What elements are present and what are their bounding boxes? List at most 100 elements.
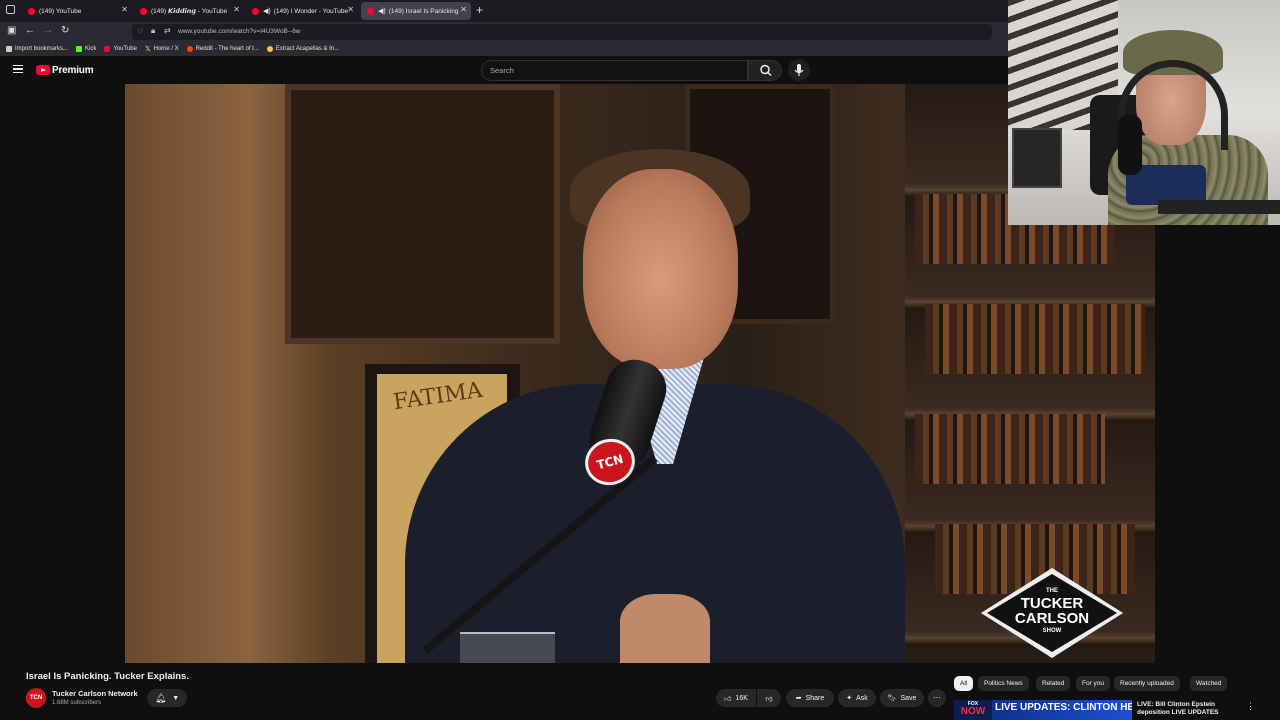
youtube-logo-icon[interactable] <box>36 65 50 75</box>
thumbs-down-icon: 👎︎ <box>765 695 773 703</box>
save-button[interactable]: 🔖︎ Save <box>880 689 924 707</box>
voice-search-button[interactable] <box>788 59 810 81</box>
close-tab-icon[interactable]: ✕ <box>121 5 128 14</box>
new-tab-icon[interactable]: + <box>476 3 483 17</box>
water-glass <box>460 632 555 663</box>
recommendation-title[interactable]: LIVE: Bill Clinton Epstein deposition LI… <box>1137 701 1242 718</box>
tab-youtube-home[interactable]: (149) YouTube ✕ <box>22 2 132 20</box>
subscriber-count: 1.68M subscribers <box>52 700 102 706</box>
reddit-icon <box>186 46 193 52</box>
youtube-favicon-icon <box>28 7 35 15</box>
tab-label: (149) Israel Is Panicking. Tu <box>388 7 459 15</box>
tab-list-icon[interactable] <box>6 5 15 14</box>
bookmark-reddit[interactable]: Reddit - The heart of t... <box>186 46 259 52</box>
close-tab-icon[interactable]: ✕ <box>347 5 354 14</box>
youtube-favicon-icon <box>252 7 259 15</box>
forward-icon[interactable]: → <box>43 25 53 36</box>
speaker-icon[interactable]: ◀) <box>378 7 386 15</box>
share-icon: ➦ <box>795 695 802 702</box>
bookmark-extract-acapellas[interactable]: Extract Acapellas & In... <box>266 46 340 52</box>
channel-avatar[interactable]: TCN <box>26 688 46 708</box>
kick-icon <box>76 46 83 52</box>
hamburger-menu-icon[interactable] <box>13 65 23 73</box>
books <box>925 304 1145 374</box>
bookmark-label: Extract Acapellas & In... <box>275 46 340 52</box>
dislike-button[interactable]: 👎︎ <box>757 689 781 707</box>
lalal-icon <box>266 46 273 52</box>
bell-icon: 🔔︎ <box>154 692 167 703</box>
chip-politics-news[interactable]: Politics News <box>978 676 1029 691</box>
url-bar[interactable]: ◌ 🔒︎ ⇄ www.youtube.com/watch?v=I4U3WoB--… <box>132 24 992 40</box>
chevron-down-icon: ▼ <box>172 694 180 702</box>
close-tab-icon[interactable]: ✕ <box>233 5 240 14</box>
tab-israel-is-panicking[interactable]: ◀) (149) Israel Is Panicking. Tu ✕ <box>361 2 471 20</box>
bookmark-youtube[interactable]: YouTube <box>104 46 137 52</box>
chip-recently-uploaded[interactable]: Recently uploaded <box>1114 676 1180 691</box>
search-box[interactable]: Search <box>481 60 748 81</box>
tab-i-wonder[interactable]: ◀) (149) I Wonder - YouTube ✕ <box>246 2 358 20</box>
sidebar-toggle-icon[interactable]: ▣ <box>7 25 16 36</box>
chip-watched[interactable]: Watched <box>1190 676 1228 691</box>
import-icon <box>6 46 12 52</box>
notifications-button[interactable]: 🔔︎ ▼ <box>147 689 187 707</box>
video-title: Israel Is Panicking. Tucker Explains. <box>26 671 189 682</box>
search-button[interactable] <box>748 60 782 81</box>
youtube-icon <box>104 46 111 52</box>
tab-kidding[interactable]: (149) 𝙆𝙞𝙙𝙙𝙞𝙣𝙜 - YouTube ✕ <box>134 2 244 20</box>
lock-icon[interactable]: 🔒︎ <box>151 26 155 36</box>
chip-related[interactable]: Related <box>1036 676 1071 691</box>
streamer-mic-arm <box>1158 200 1280 214</box>
share-button[interactable]: ➦ Share <box>786 689 834 707</box>
youtube-favicon-icon <box>140 7 147 15</box>
channel-name[interactable]: Tucker Carlson Network <box>52 689 138 698</box>
back-icon[interactable]: ← <box>25 25 35 36</box>
logo-line-2: CARLSON <box>1014 610 1090 627</box>
fox-now-badge: FOX NOW <box>954 700 992 720</box>
shield-icon[interactable]: ◌ <box>138 26 143 35</box>
like-button[interactable]: 👍︎ 16K <box>716 689 756 707</box>
like-count: 16K <box>735 694 748 702</box>
tab-label: (149) I Wonder - YouTube <box>273 7 349 15</box>
chip-for-you[interactable]: For you <box>1076 676 1111 691</box>
books <box>915 414 1105 484</box>
tab-label: (149) YouTube <box>39 7 82 15</box>
save-label: Save <box>900 694 917 702</box>
speaker-icon[interactable]: ◀) <box>263 7 271 15</box>
bookmark-label: Home / X <box>153 46 179 52</box>
host-hands <box>620 594 710 663</box>
url-text[interactable]: www.youtube.com/watch?v=I4U3WoB--6w <box>178 28 301 35</box>
webcam-overlay <box>1008 0 1280 225</box>
background-monitor <box>1012 128 1062 188</box>
browser-tab-bar: (149) YouTube ✕ (149) 𝙆𝙞𝙙𝙙𝙞𝙣𝙜 - YouTube … <box>0 0 1008 22</box>
bookmark-import[interactable]: Import bookmarks... <box>6 46 68 52</box>
bookmarks-bar: Import bookmarks... Kick YouTube 𝕏 Home /… <box>0 42 1008 56</box>
ask-button[interactable]: ✦ Ask <box>838 689 876 707</box>
reload-icon[interactable]: ↻ <box>61 25 69 36</box>
microphone-icon <box>794 64 804 76</box>
youtube-premium-brand[interactable]: Premium <box>52 65 94 76</box>
x-icon: 𝕏 <box>144 46 151 53</box>
bookmark-kick[interactable]: Kick <box>76 46 96 52</box>
bookmark-x[interactable]: 𝕏 Home / X <box>145 45 179 53</box>
chip-all[interactable]: All <box>954 676 974 691</box>
search-input[interactable]: Search <box>490 66 514 75</box>
thumbs-up-icon: 👍︎ <box>724 695 732 703</box>
more-icon: ⋯ <box>933 695 941 702</box>
close-tab-icon[interactable]: ✕ <box>460 5 467 14</box>
youtube-favicon-icon <box>367 7 374 15</box>
more-actions-button[interactable]: ⋯ <box>928 689 946 707</box>
more-vert-icon[interactable]: ⋮ <box>1246 701 1255 712</box>
thumbnail-headline: LIVE UPDATES: CLINTON HEARINGS <box>995 702 1132 713</box>
sparkle-icon: ✦ <box>846 695 853 702</box>
ask-label: Ask <box>856 694 868 702</box>
search-icon <box>760 64 772 77</box>
streamer-microphone <box>1118 115 1142 175</box>
tab-label: (149) 𝙆𝙞𝙙𝙙𝙞𝙣𝙜 - YouTube <box>151 8 228 15</box>
host-head <box>583 169 738 369</box>
video-player[interactable]: FATIMA TCN THE TUCKER CARLSON SHOW <box>125 84 1155 663</box>
recommendation-thumbnail[interactable]: FOX NOW LIVE UPDATES: CLINTON HEARINGS <box>954 700 1132 720</box>
bookmark-label: YouTube <box>113 46 137 52</box>
badge-line-2: NOW <box>960 706 986 717</box>
bookmark-label: Kick <box>85 46 97 52</box>
permissions-icon[interactable]: ⇄ <box>164 26 171 35</box>
